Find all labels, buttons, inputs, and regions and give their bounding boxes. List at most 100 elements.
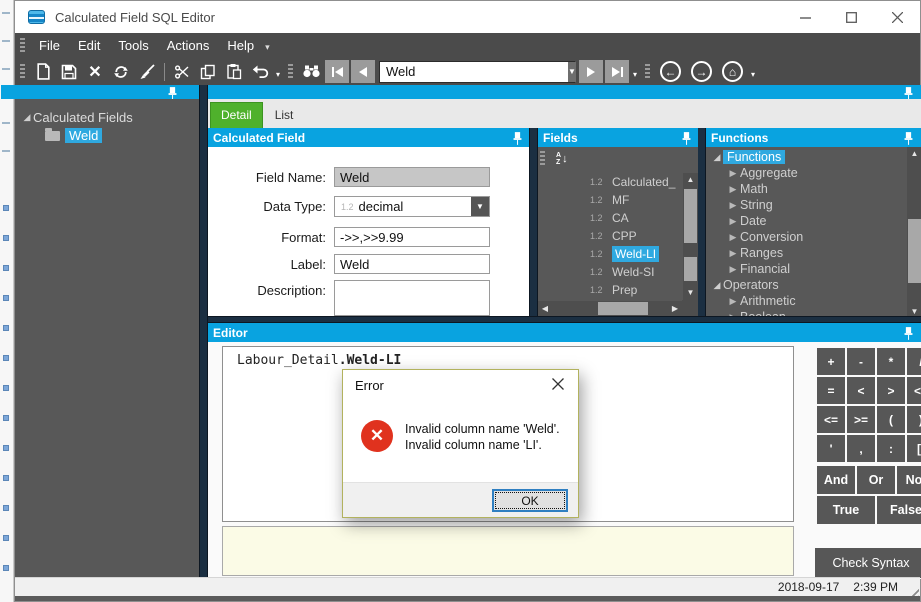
previous-record-button[interactable]	[351, 60, 375, 83]
field-list-item[interactable]: 1.2 CPP	[538, 227, 682, 245]
tree-node-operators[interactable]: ◢ Operators	[706, 277, 907, 293]
scroll-up-icon[interactable]: ▲	[683, 173, 698, 187]
op-notequal-button[interactable]: <>	[907, 377, 921, 404]
tree-node-ranges[interactable]: ▶ Ranges	[706, 245, 907, 261]
fields-pin-icon[interactable]	[681, 131, 692, 145]
tree-node-calculated-fields[interactable]: ◢ Calculated Fields	[15, 99, 199, 126]
error-dialog-close-button[interactable]	[538, 370, 578, 398]
tree-node-weld[interactable]: Weld	[15, 126, 199, 145]
data-type-dropdown-icon[interactable]: ▼	[471, 197, 489, 216]
new-button[interactable]	[30, 60, 56, 84]
op-openparen-button[interactable]: (	[877, 406, 905, 433]
home-button[interactable]: ⌂	[722, 61, 743, 82]
ok-button[interactable]: OK	[492, 489, 568, 512]
fields-vertical-scrollbar[interactable]: ▲ ▼	[683, 173, 698, 300]
scroll-up-icon[interactable]: ▲	[907, 147, 921, 161]
op-colon-button[interactable]: :	[877, 435, 905, 462]
tree-node-arithmetic[interactable]: ▶ Arithmetic	[706, 293, 907, 309]
record-search-input[interactable]	[380, 61, 568, 82]
maximize-button[interactable]	[828, 1, 874, 33]
nav-dropdown-icon[interactable]: ▾	[630, 64, 640, 79]
menu-grip[interactable]	[20, 37, 25, 54]
left-panel-pin-icon[interactable]	[167, 86, 178, 100]
field-list-item[interactable]: 1.2Blast	[538, 299, 682, 300]
fields-horizontal-scrollbar[interactable]: ◀ ▶	[538, 301, 682, 316]
editor-splitter[interactable]	[208, 316, 921, 323]
op-quote-button[interactable]: '	[817, 435, 845, 462]
scrollbar-thumb[interactable]	[908, 219, 921, 283]
op-multiply-button[interactable]: *	[877, 348, 905, 375]
menu-file[interactable]: File	[30, 33, 69, 58]
close-button[interactable]	[874, 1, 920, 33]
op-divide-button[interactable]: /	[907, 348, 921, 375]
scroll-right-icon[interactable]: ▶	[668, 304, 682, 313]
description-input[interactable]	[334, 280, 490, 316]
left-splitter[interactable]	[199, 85, 208, 579]
menu-edit[interactable]: Edit	[69, 33, 109, 58]
history-dropdown-icon[interactable]: ▾	[748, 64, 758, 79]
scrollbar-thumb[interactable]	[598, 302, 648, 315]
copy-button[interactable]	[195, 60, 221, 84]
op-equals-button[interactable]: =	[817, 377, 845, 404]
field-name-input[interactable]	[334, 167, 490, 187]
tab-detail[interactable]: Detail	[210, 102, 263, 128]
scroll-left-icon[interactable]: ◀	[538, 304, 552, 313]
toolbar-grip-3[interactable]	[645, 63, 650, 80]
field-list-item[interactable]: 1.2 Calculated_	[538, 173, 682, 191]
menu-tools[interactable]: Tools	[109, 33, 157, 58]
splitter-fields-functions[interactable]	[697, 128, 706, 316]
op-false-button[interactable]: False	[877, 496, 921, 524]
op-greater-button[interactable]: >	[877, 377, 905, 404]
first-record-button[interactable]	[325, 60, 349, 83]
forward-button[interactable]: →	[691, 61, 712, 82]
op-less-button[interactable]: <	[847, 377, 875, 404]
main-dock-pin-icon[interactable]	[903, 86, 914, 100]
next-record-button[interactable]	[579, 60, 603, 83]
save-button[interactable]	[56, 60, 82, 84]
expanded-node-icon[interactable]: ◢	[21, 112, 33, 123]
scroll-down-icon[interactable]: ▼	[907, 307, 921, 316]
undo-button[interactable]	[247, 60, 273, 84]
toolbar-grip-2[interactable]	[288, 63, 293, 80]
op-lessequal-button[interactable]: <=	[817, 406, 845, 433]
record-combo-dropdown[interactable]: ▼	[568, 61, 576, 82]
tree-node-date[interactable]: ▶ Date	[706, 213, 907, 229]
format-input[interactable]	[334, 227, 490, 247]
editor-pin-icon[interactable]	[903, 326, 914, 340]
menu-help[interactable]: Help	[218, 33, 263, 58]
tree-node-financial[interactable]: ▶ Financial	[706, 261, 907, 277]
functions-scrollbar[interactable]: ▲ ▼	[907, 147, 921, 316]
scroll-down-icon[interactable]: ▼	[683, 286, 698, 300]
field-list-item-selected[interactable]: 1.2 Weld-LI	[538, 245, 682, 263]
op-not-button[interactable]: Not	[897, 466, 921, 494]
undo-dropdown-icon[interactable]: ▾	[273, 64, 283, 79]
paste-button[interactable]	[221, 60, 247, 84]
sort-button[interactable]: AZ ↓	[556, 152, 568, 166]
tree-node-string[interactable]: ▶ String	[706, 197, 907, 213]
tab-list[interactable]: List	[265, 103, 304, 128]
functions-pin-icon[interactable]	[903, 131, 914, 145]
clean-button[interactable]	[134, 60, 160, 84]
label-input[interactable]	[334, 254, 490, 274]
tree-node-boolean[interactable]: ▶Boolean	[706, 309, 907, 316]
toolbar-grip[interactable]	[20, 63, 25, 80]
cut-button[interactable]	[169, 60, 195, 84]
field-list-item[interactable]: 1.2 CA	[538, 209, 682, 227]
calculated-field-pin-icon[interactable]	[512, 131, 523, 145]
find-button[interactable]	[298, 60, 324, 84]
op-plus-button[interactable]: +	[817, 348, 845, 375]
tree-node-conversion[interactable]: ▶ Conversion	[706, 229, 907, 245]
field-list-item[interactable]: 1.2 MF	[538, 191, 682, 209]
field-list-item[interactable]: 1.2 Prep	[538, 281, 682, 299]
back-button[interactable]: ←	[660, 61, 681, 82]
menu-actions[interactable]: Actions	[158, 33, 219, 58]
tree-node-math[interactable]: ▶ Math	[706, 181, 907, 197]
scrollbar-thumb[interactable]	[684, 257, 697, 281]
op-true-button[interactable]: True	[817, 496, 875, 524]
last-record-button[interactable]	[605, 60, 629, 83]
op-minus-button[interactable]: -	[847, 348, 875, 375]
op-closeparen-button[interactable]: )	[907, 406, 921, 433]
op-and-button[interactable]: And	[817, 466, 855, 494]
tree-node-functions[interactable]: ◢ Functions	[706, 149, 907, 165]
minimize-button[interactable]	[782, 1, 828, 33]
